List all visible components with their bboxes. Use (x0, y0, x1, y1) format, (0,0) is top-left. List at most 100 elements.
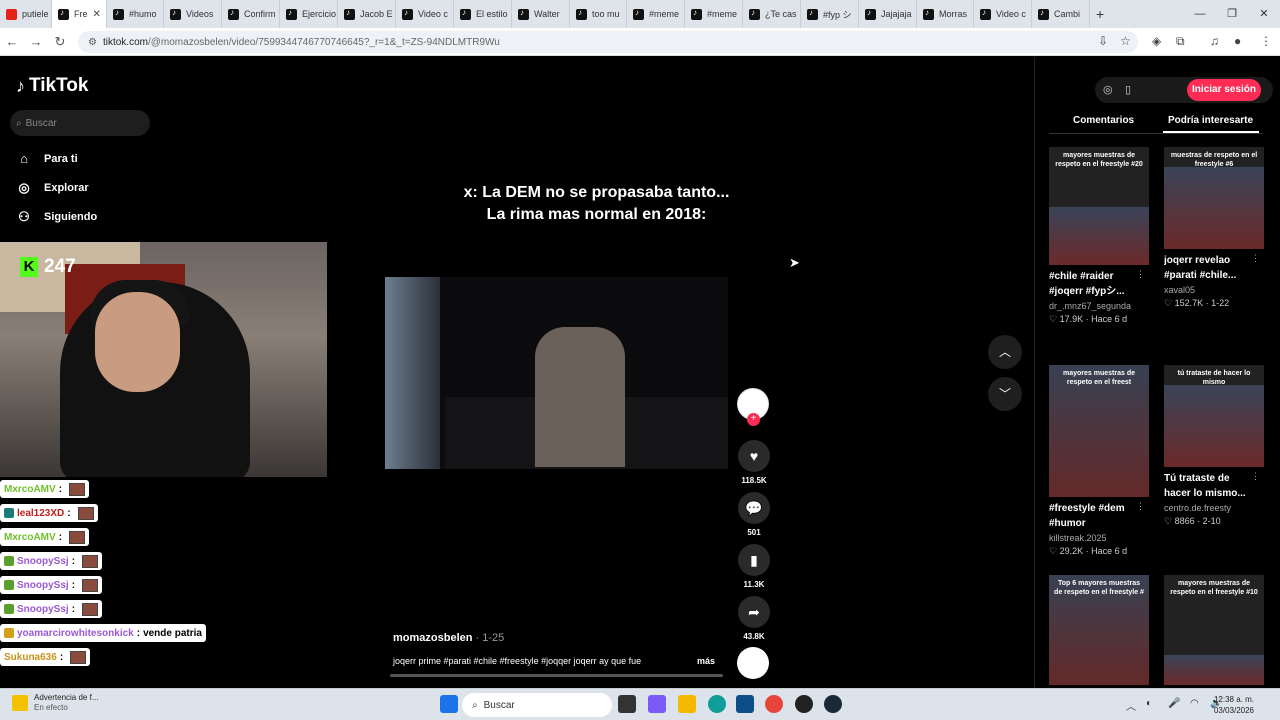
card-username[interactable]: centro.de.freesty (1164, 503, 1264, 513)
video-thumbnail[interactable]: Top 6 mayores muestras de respeto en el … (1049, 575, 1149, 685)
video-thumbnail[interactable]: tú trataste de hacer lo mismo (1164, 365, 1264, 467)
back-icon[interactable]: ← (0, 34, 24, 49)
chat-username[interactable]: SnoopySsj (17, 556, 69, 567)
new-tab-button[interactable]: + (1090, 0, 1110, 28)
share-button[interactable]: ➦ 43.8K (737, 596, 771, 641)
chat-username[interactable]: SnoopySsj (17, 580, 69, 591)
tiktok-logo[interactable]: ♪ TikTok (16, 75, 88, 97)
next-video-button[interactable]: ﹀ (988, 377, 1022, 411)
search-input[interactable]: ⌕ Buscar (10, 110, 150, 136)
video-frame[interactable] (385, 277, 728, 469)
tab-17[interactable]: Video c (974, 0, 1032, 28)
tab-11[interactable]: #meme (627, 0, 685, 28)
menu-icon[interactable]: ⋮ (1260, 34, 1272, 48)
card-title[interactable]: #parati #chile... (1164, 268, 1264, 283)
chat-username[interactable]: SnoopySsj (17, 604, 69, 615)
suggested-video-card[interactable]: muestras de respeto en el freestyle #6 ⋮ j… (1164, 147, 1264, 309)
chat-username[interactable]: yoamarcirowhitesonkick (17, 628, 134, 639)
video-author[interactable]: momazosbelen · 1-25 (393, 632, 504, 644)
more-link[interactable]: más (697, 656, 715, 666)
suggested-video-card[interactable]: tú trataste de hacer lo mismo ⋮ Tú tratast… (1164, 365, 1264, 527)
tab-13[interactable]: ¿Te cas (743, 0, 801, 28)
bookmark-star-icon[interactable]: ☆ (1120, 34, 1131, 48)
mic-icon[interactable]: 🎤 (1168, 698, 1180, 709)
puzzle-icon[interactable]: ⧉ (1176, 34, 1185, 49)
close-window-button[interactable]: ✕ (1248, 0, 1280, 28)
edge-icon[interactable] (708, 695, 726, 713)
tab-10[interactable]: too mu (570, 0, 627, 28)
video-thumbnail[interactable]: mayores muestras de respeto en el freest (1049, 365, 1149, 497)
forward-icon[interactable]: → (24, 34, 48, 49)
tab-15[interactable]: Jajajaja (859, 0, 917, 28)
minimize-button[interactable]: — (1184, 0, 1216, 28)
windows-start-icon[interactable] (440, 695, 458, 713)
nav-item-explorar[interactable]: ◎ Explorar (16, 180, 88, 196)
install-icon[interactable]: ⇩ (1098, 34, 1108, 48)
tab-5[interactable]: Ejercicio (280, 0, 338, 28)
card-username[interactable]: killstreak.2025 (1049, 533, 1149, 543)
card-title[interactable]: #freestyle #dem (1049, 501, 1149, 516)
tab-14[interactable]: #fyp シ (801, 0, 859, 28)
nav-item-para-ti[interactable]: ⌂ Para ti (16, 151, 78, 166)
more-options-icon[interactable]: ⋮ (1251, 253, 1260, 264)
card-title[interactable]: joqerr revelao (1164, 253, 1264, 268)
card-username[interactable]: dr_.mnz67_segunda (1049, 301, 1149, 311)
media-icon[interactable]: ♫ (1210, 34, 1219, 48)
chrome-icon[interactable] (765, 695, 783, 713)
card-title[interactable]: hacer lo mismo... (1164, 486, 1264, 501)
taskbar-search[interactable]: ⌕ Buscar (462, 693, 612, 717)
tab-0[interactable]: putiele (0, 0, 52, 28)
tab-7[interactable]: Video c (396, 0, 454, 28)
more-options-icon[interactable]: ⋮ (1251, 471, 1260, 482)
chat-username[interactable]: MxrcoAMV (4, 484, 56, 495)
sound-avatar[interactable] (737, 647, 769, 679)
extension-icon[interactable]: ◈ (1152, 34, 1161, 48)
save-button[interactable]: ▮ 11.3K (737, 544, 771, 589)
card-title[interactable]: #joqerr #fypシ... (1049, 284, 1149, 299)
phone-icon[interactable]: ▯ (1125, 83, 1131, 96)
chat-username[interactable]: Sukuna636 (4, 652, 57, 663)
reload-icon[interactable]: ↻ (48, 34, 72, 50)
video-thumbnail[interactable]: mayores muestras de respeto en el freest… (1164, 575, 1264, 685)
follow-plus-icon[interactable]: + (747, 413, 760, 426)
wifi-icon[interactable]: ◠ (1190, 698, 1199, 709)
suggested-video-card[interactable]: mayores muestras de respeto en el freest… (1164, 575, 1264, 685)
tab-1[interactable]: Fre ✕ (52, 0, 107, 28)
more-options-icon[interactable]: ⋮ (1136, 501, 1145, 512)
suggested-video-card[interactable]: Top 6 mayores muestras de respeto en el … (1049, 575, 1149, 685)
tray-app-icon[interactable]: ◐ (1146, 698, 1152, 709)
video-thumbnail[interactable]: muestras de respeto en el freestyle #6 (1164, 147, 1264, 249)
tray-arrow-icon[interactable]: ︿ (1126, 698, 1136, 713)
app-icon[interactable] (795, 695, 813, 713)
profile-avatar[interactable]: ● (1234, 34, 1241, 48)
tab-18[interactable]: Cambi (1032, 0, 1090, 28)
like-button[interactable]: ♥ 118.5K (737, 440, 771, 485)
site-info-icon[interactable]: ⚙ (88, 37, 97, 48)
steam-icon[interactable] (824, 695, 842, 713)
tab-12[interactable]: #meme (685, 0, 743, 28)
tab-9[interactable]: Walter (512, 0, 570, 28)
file-explorer-icon[interactable] (678, 695, 696, 713)
tab-8[interactable]: El estilo (454, 0, 512, 28)
url-field[interactable]: ⚙ tiktok.com /@momazosbelen/video/759934… (78, 31, 1138, 53)
tab-4[interactable]: Confirm (222, 0, 280, 28)
login-button[interactable]: Iniciar sesión (1187, 79, 1261, 101)
tab-3[interactable]: Videos (164, 0, 222, 28)
tab-6[interactable]: Jacob E (338, 0, 396, 28)
compass-small-icon[interactable]: ◎ (1103, 83, 1113, 96)
maximize-button[interactable]: ❐ (1216, 0, 1248, 28)
card-username[interactable]: xaval05 (1164, 285, 1264, 295)
copilot-icon[interactable] (648, 695, 666, 713)
suggested-video-card[interactable]: mayores muestras de respeto en el freest… (1049, 147, 1149, 325)
store-icon[interactable] (736, 695, 754, 713)
nav-item-siguiendo[interactable]: ⚇ Siguiendo (16, 209, 97, 225)
tab-suggested[interactable]: Podría interesarte (1168, 115, 1253, 126)
clock[interactable]: 12:38 a. m. 03/03/2026 (1214, 694, 1254, 716)
chat-username[interactable]: leal123XD (17, 508, 64, 519)
close-tab-icon[interactable]: ✕ (93, 9, 101, 20)
video-thumbnail[interactable]: mayores muestras de respeto en el freest… (1049, 147, 1149, 265)
tab-2[interactable]: #humo (107, 0, 164, 28)
suggested-video-card[interactable]: mayores muestras de respeto en el freest… (1049, 365, 1149, 557)
chat-username[interactable]: MxrcoAMV (4, 532, 56, 543)
notification-widget[interactable]: Advertencia de f... En efecto (12, 693, 98, 713)
